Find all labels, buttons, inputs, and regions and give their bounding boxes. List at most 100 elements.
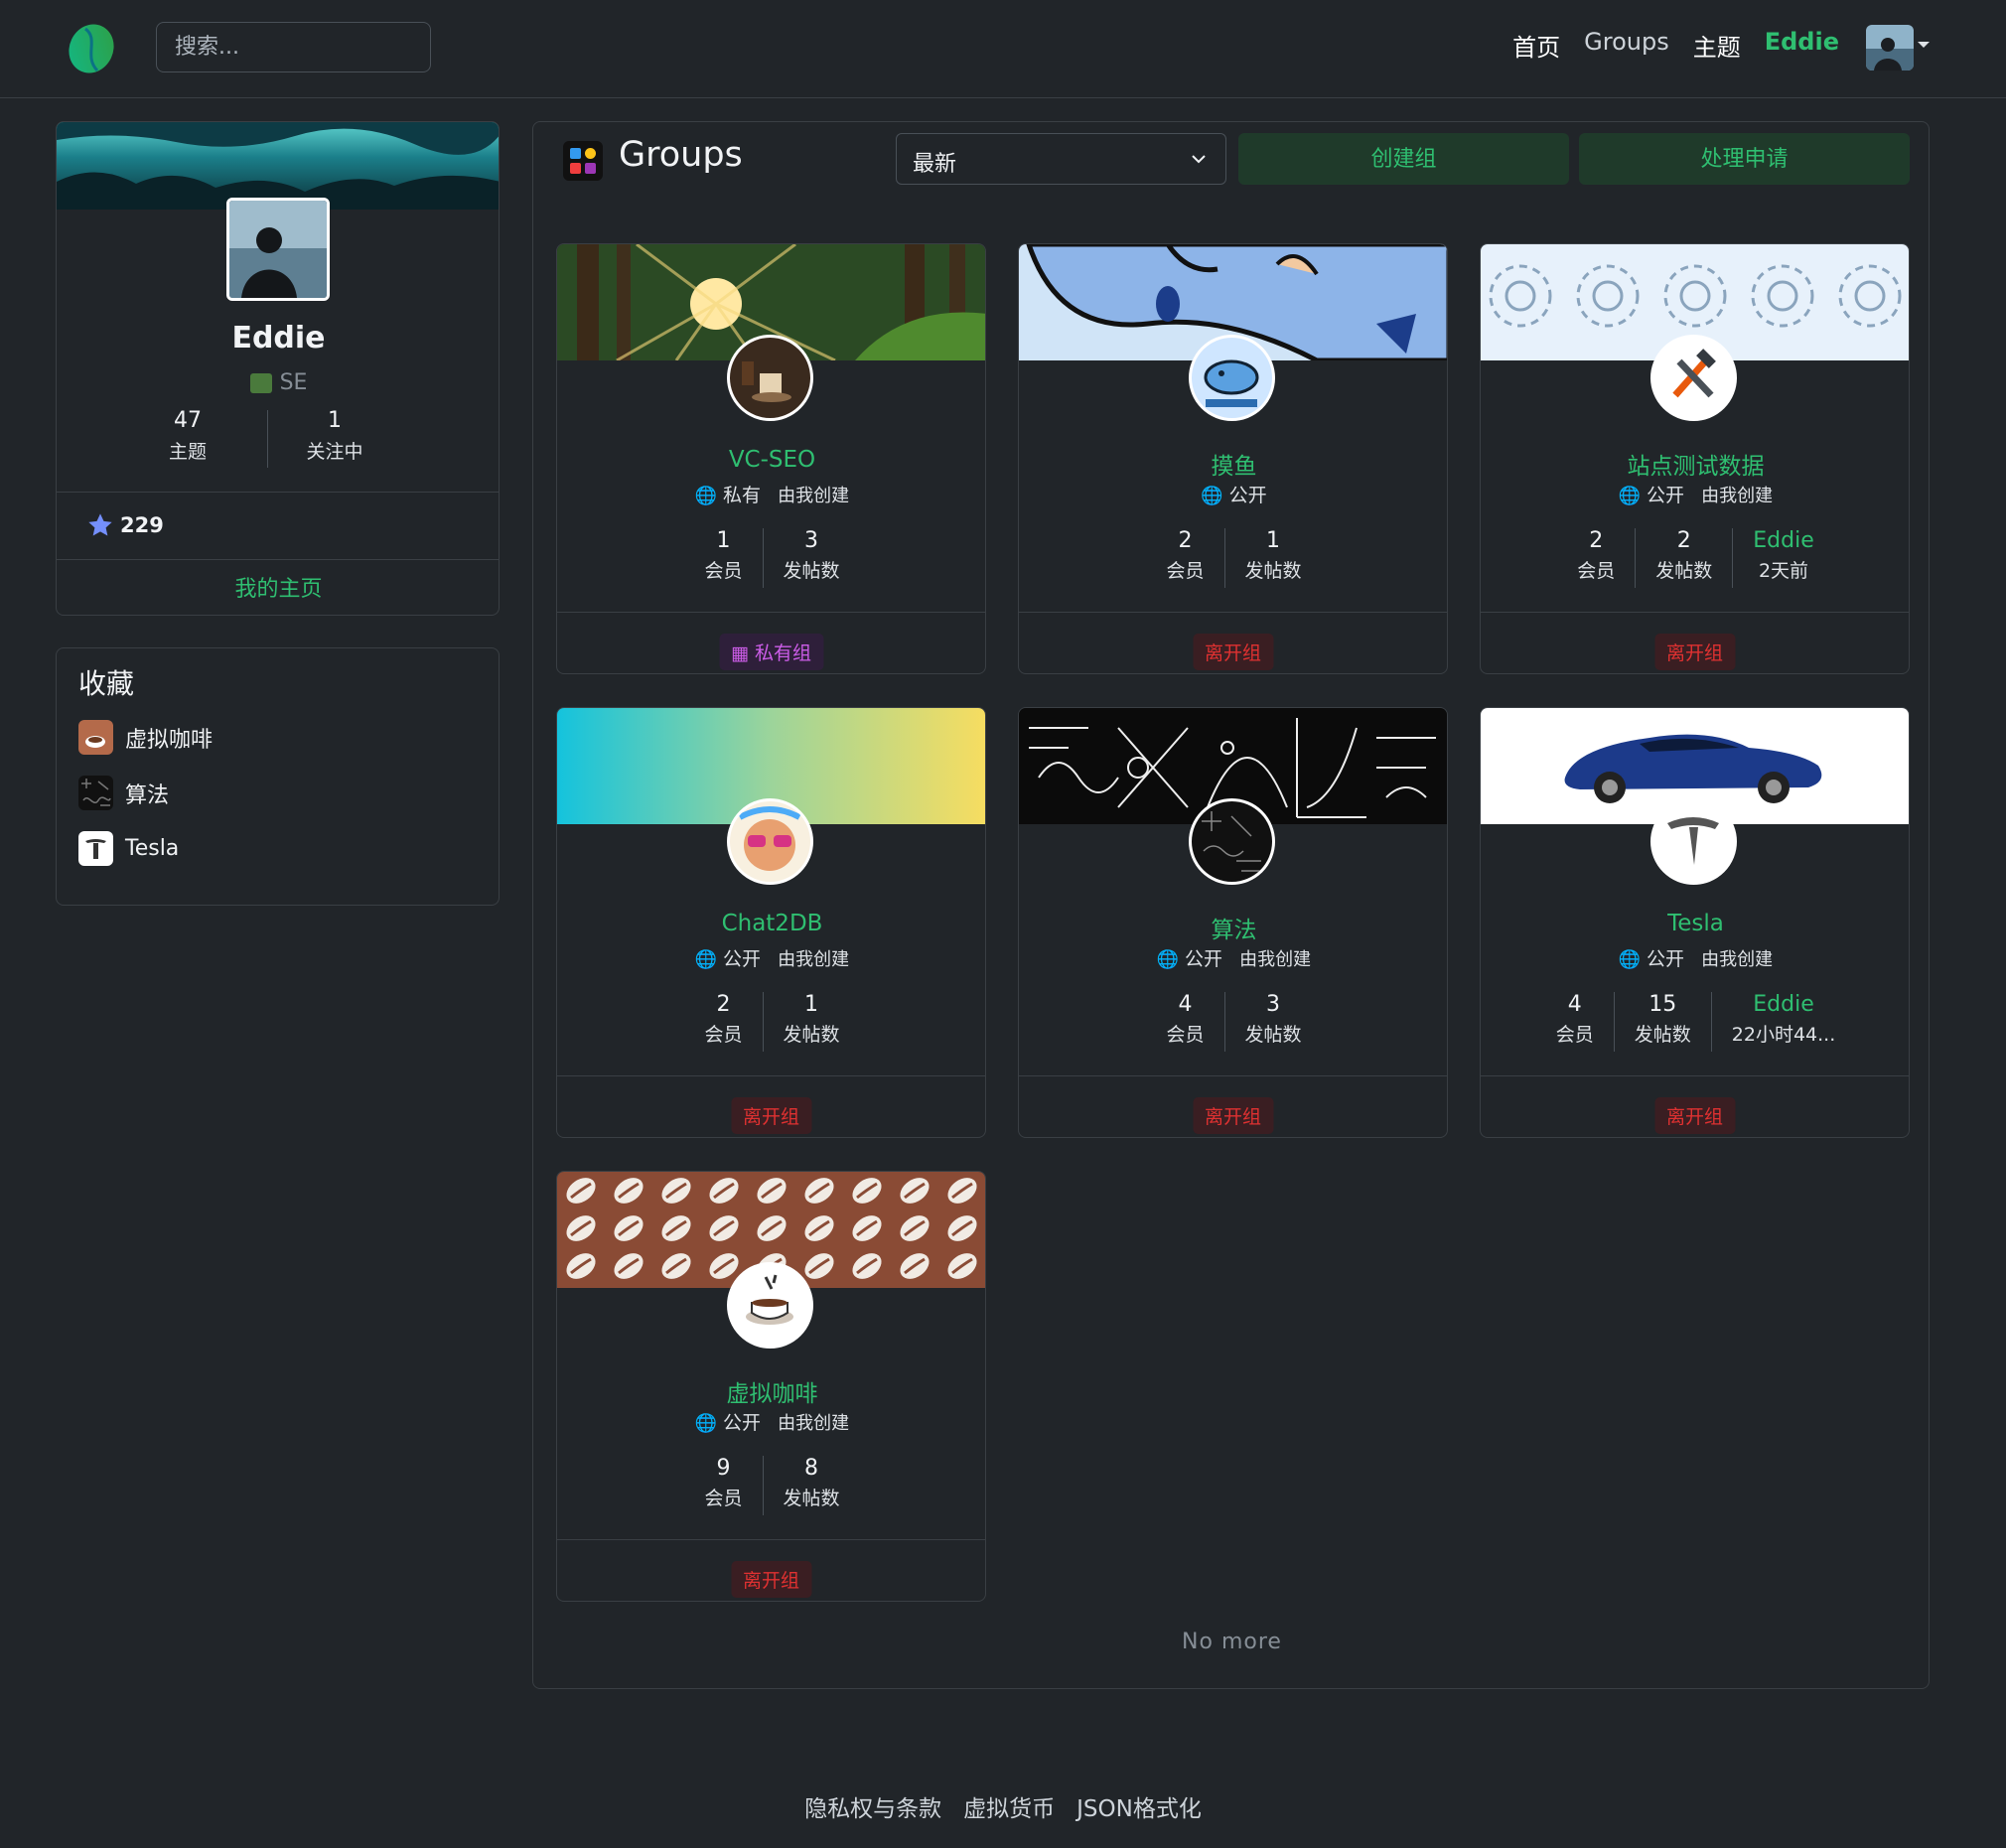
group-stats: 4 会员 15 发帖数 Eddie 22小时44... (1481, 992, 1909, 1052)
nav-topics-link[interactable]: 主题 (1693, 28, 1741, 63)
group-avatar (727, 335, 813, 421)
last-activity[interactable]: Eddie 2天前 (1732, 528, 1833, 588)
divider (1019, 1075, 1447, 1076)
group-meta: 🌐 公开 由我创建 (1618, 948, 1774, 970)
tesla-icon (78, 831, 113, 866)
nav-home-link[interactable]: 首页 (1512, 28, 1560, 63)
profile-following-stat[interactable]: 1 关注中 (285, 408, 384, 464)
group-name[interactable]: 虚拟咖啡 (557, 1374, 985, 1408)
group-meta: 🌐 公开 由我创建 (1156, 948, 1312, 970)
group-meta: 🌐 私有 由我创建 (694, 485, 850, 506)
group-name[interactable]: 站点测试数据 (1481, 447, 1909, 481)
divider (1481, 1075, 1909, 1076)
globe-icon: 🌐 (1201, 486, 1223, 506)
globe-icon: 🌐 (694, 486, 718, 506)
group-card[interactable]: 虚拟咖啡 🌐 公开 由我创建 9 会员 8 发帖数 离开组 (556, 1171, 986, 1602)
json-formatter-link[interactable]: JSON格式化 (1076, 1789, 1202, 1823)
virtual-currency-link[interactable]: 虚拟货币 (963, 1789, 1055, 1823)
groups-icon (563, 141, 603, 181)
group-stats: 4 会员 3 发帖数 (1019, 992, 1447, 1052)
leave-group-button[interactable]: 离开组 (730, 1097, 812, 1134)
chevron-down-icon (1192, 155, 1206, 164)
group-name[interactable]: 算法 (1019, 911, 1447, 944)
groups-title: Groups (619, 135, 743, 175)
footer-links: 隐私权与条款 虚拟货币 JSON格式化 (0, 1789, 2006, 1823)
leave-group-button[interactable]: 离开组 (1653, 1097, 1736, 1134)
group-stats: 2 会员 1 发帖数 (557, 992, 985, 1052)
group-meta: 🌐 公开 (1201, 485, 1267, 506)
globe-icon: 🌐 (1156, 949, 1180, 970)
profile-topics-stat[interactable]: 47 主题 (148, 408, 227, 464)
group-avatar (727, 798, 813, 885)
group-card[interactable]: 站点测试数据 🌐 公开 由我创建 2 会员 2 发帖数 Eddie 2天前 离开组 (1480, 243, 1910, 674)
profile-cover-image (57, 122, 499, 210)
globe-icon: 🌐 (694, 949, 718, 970)
divider (557, 1075, 985, 1076)
group-meta: 🌐 公开 由我创建 (1618, 485, 1774, 506)
favorites-title: 收藏 (78, 667, 135, 700)
sort-select[interactable]: 最新 (896, 133, 1226, 185)
search-input[interactable] (156, 22, 431, 72)
divider (267, 410, 268, 468)
favorite-item[interactable]: 算法 (78, 776, 169, 810)
group-stats: 2 会员 2 发帖数 Eddie 2天前 (1481, 528, 1909, 588)
last-activity[interactable]: Eddie 22小时44... (1710, 992, 1855, 1052)
group-avatar (1189, 335, 1275, 421)
coffee-icon (78, 720, 113, 755)
handle-requests-button[interactable]: 处理申请 (1579, 133, 1910, 185)
profile-avatar[interactable] (226, 198, 330, 301)
group-card[interactable]: 算法 🌐 公开 由我创建 4 会员 3 发帖数 离开组 (1018, 707, 1448, 1138)
divider (1481, 612, 1909, 613)
favorite-item[interactable]: 虚拟咖啡 (78, 720, 213, 755)
leave-group-button[interactable]: 离开组 (1653, 634, 1736, 670)
groups-panel: Groups 最新 创建组 处理申请 VC-SEO 🌐 私有 由我创建 1会员 (532, 121, 1930, 1689)
group-avatar (727, 1262, 813, 1349)
role-badge-icon (249, 373, 272, 393)
my-homepage-link[interactable]: 我的主页 (57, 571, 499, 603)
favorites-card: 收藏 虚拟咖啡 算法 Tesla (56, 647, 500, 906)
nav-links: 首页 Groups 主题 Eddie (1512, 28, 1839, 63)
divider (557, 1539, 985, 1540)
globe-icon: 🌐 (694, 1413, 718, 1434)
top-navbar: 首页 Groups 主题 Eddie (0, 0, 2006, 98)
create-group-button[interactable]: 创建组 (1238, 133, 1569, 185)
group-avatar (1189, 798, 1275, 885)
leave-group-button[interactable]: 离开组 (1192, 634, 1274, 670)
group-avatar (1650, 798, 1737, 885)
star-icon (88, 513, 112, 536)
site-logo[interactable] (66, 23, 117, 74)
globe-icon: 🌐 (1618, 486, 1642, 506)
privacy-terms-link[interactable]: 隐私权与条款 (804, 1789, 941, 1823)
divider (557, 612, 985, 613)
building-icon: ▦ (730, 642, 749, 664)
group-card[interactable]: Tesla 🌐 公开 由我创建 4 会员 15 发帖数 Eddie 22小时44...… (1480, 707, 1910, 1138)
chevron-down-icon[interactable] (1918, 42, 1930, 48)
group-name[interactable]: VC-SEO (557, 447, 985, 473)
nav-user-link[interactable]: Eddie (1765, 28, 1839, 63)
favorite-item[interactable]: Tesla (78, 831, 179, 866)
group-name[interactable]: Tesla (1481, 911, 1909, 936)
divider (57, 492, 499, 493)
group-avatar (1650, 335, 1737, 421)
group-meta: 🌐 公开 由我创建 (694, 1412, 850, 1434)
profile-score: 229 (86, 511, 164, 539)
group-card[interactable]: Chat2DB 🌐 公开 由我创建 2 会员 1 发帖数 离开组 (556, 707, 986, 1138)
divider (1019, 612, 1447, 613)
group-card[interactable]: VC-SEO 🌐 私有 由我创建 1 会员 3 发帖数 ▦ 私有组 (556, 243, 986, 674)
group-stats: 2 会员 1 发帖数 (1019, 528, 1447, 588)
leave-group-button[interactable]: 离开组 (730, 1561, 812, 1598)
no-more-indicator: No more (1182, 1630, 1282, 1654)
group-name[interactable]: 摸鱼 (1019, 447, 1447, 481)
nav-groups-link[interactable]: Groups (1584, 28, 1669, 63)
private-group-badge: ▦ 私有组 (718, 634, 824, 670)
group-stats: 1 会员 3 发帖数 (557, 528, 985, 588)
divider (57, 559, 499, 560)
user-avatar-menu[interactable] (1866, 25, 1914, 71)
group-meta: 🌐 公开 由我创建 (694, 948, 850, 970)
group-name[interactable]: Chat2DB (557, 911, 985, 936)
algorithm-icon (78, 776, 113, 810)
leave-group-button[interactable]: 离开组 (1192, 1097, 1274, 1134)
group-card[interactable]: 摸鱼 🌐 公开 2 会员 1 发帖数 离开组 (1018, 243, 1448, 674)
globe-icon: 🌐 (1618, 949, 1642, 970)
profile-role: SE (57, 370, 499, 395)
